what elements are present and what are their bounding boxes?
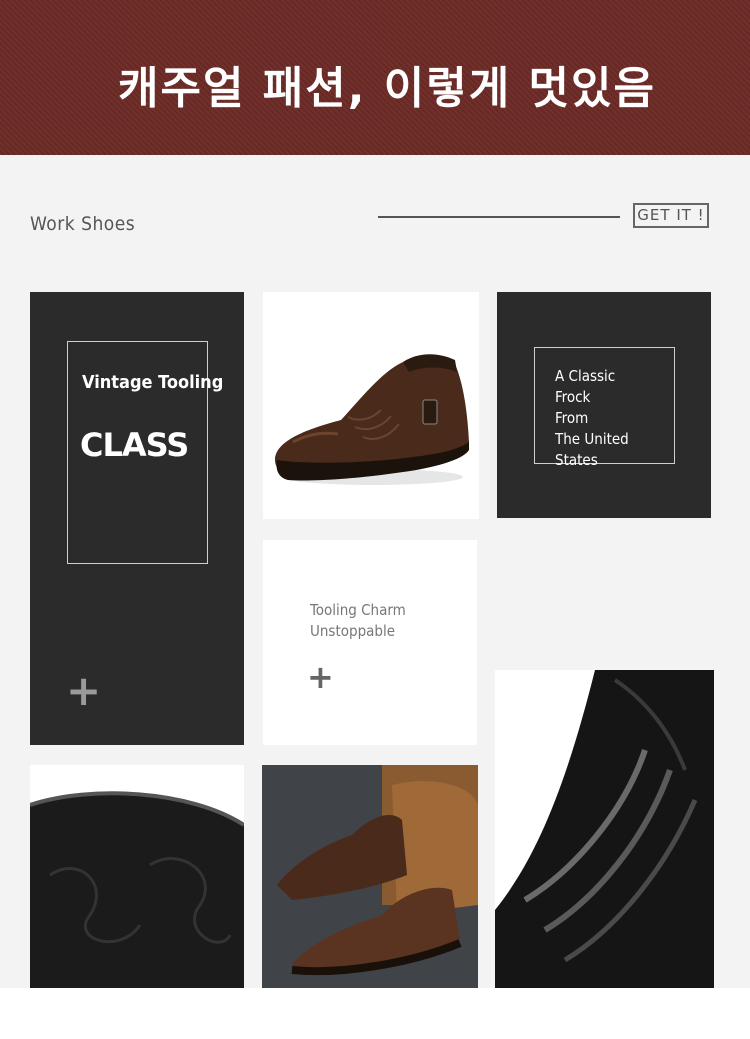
shoe-image-tile[interactable]: [263, 292, 479, 519]
sole-pattern-image: [30, 791, 244, 988]
classic-line: From: [555, 409, 589, 427]
tooling-charm-tile: Tooling Charm Unstoppable +: [263, 540, 477, 745]
header-divider: [378, 216, 620, 218]
section-label: Work Shoes: [30, 213, 136, 235]
charm-line: Unstoppable: [310, 622, 396, 640]
leather-closeup-tile[interactable]: [495, 670, 714, 988]
charm-text: Tooling Charm Unstoppable: [310, 600, 406, 642]
charm-line: Tooling Charm: [310, 601, 406, 619]
classic-line: A Classic: [555, 367, 616, 385]
classic-line: Frock: [555, 388, 591, 406]
expand-plus-icon[interactable]: +: [66, 670, 101, 712]
bottom-spacer: [0, 988, 750, 1039]
class-label: CLASS: [80, 426, 189, 464]
banner-title: 캐주얼 패션, 이렇게 멋있음: [118, 63, 656, 114]
get-it-button[interactable]: GET IT !: [633, 203, 709, 228]
classic-frock-tile: A Classic Frock From The United States: [497, 292, 711, 518]
boots-with-bag-image: [262, 765, 478, 988]
brown-boot-image: [275, 354, 469, 485]
lifestyle-photo-tile[interactable]: [262, 765, 478, 988]
leather-detail-image: [495, 670, 714, 988]
vintage-frame: Vintage Tooling CLASS: [67, 341, 223, 564]
expand-plus-icon[interactable]: +: [307, 656, 334, 698]
classic-frame: A Classic Frock From The United States: [534, 347, 675, 469]
classic-line: The United States: [555, 430, 629, 469]
classic-text: A Classic Frock From The United States: [555, 366, 674, 471]
vintage-tooling-label: Vintage Tooling: [82, 372, 224, 393]
vintage-class-tile: Vintage Tooling CLASS +: [30, 292, 244, 745]
product-showcase: Work Shoes GET IT ! Vintage Tooling CLAS…: [0, 155, 750, 988]
sole-closeup-tile[interactable]: [30, 765, 244, 988]
top-banner: 캐주얼 패션, 이렇게 멋있음: [0, 0, 750, 155]
